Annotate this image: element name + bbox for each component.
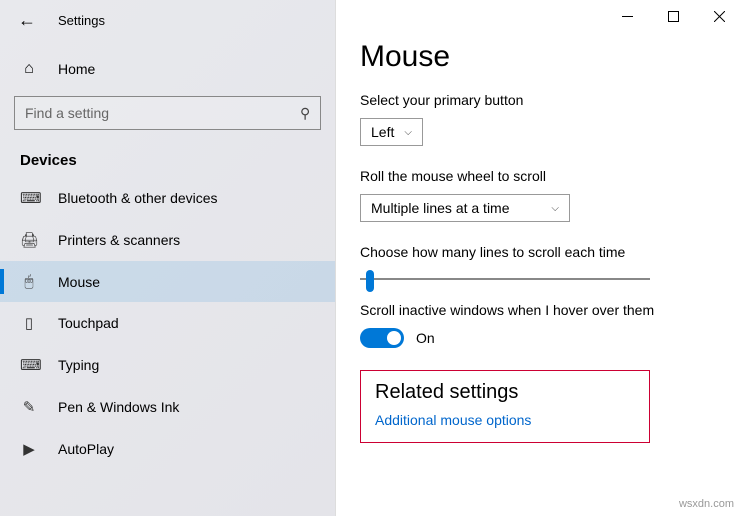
sidebar-item-typing[interactable]: ⌨ Typing — [0, 344, 335, 386]
nav-group-header: Devices — [0, 130, 335, 177]
lines-slider[interactable] — [360, 278, 650, 280]
autoplay-icon: ▶ — [20, 440, 38, 458]
primary-button-value: Left — [371, 124, 394, 140]
sidebar-item-pen[interactable]: ✎ Pen & Windows Ink — [0, 386, 335, 428]
content-pane: Mouse Select your primary button Left ⌵ … — [335, 0, 742, 516]
home-icon: ⌂ — [20, 60, 38, 78]
close-button[interactable] — [696, 0, 742, 32]
window-controls — [336, 0, 742, 40]
hover-scroll-label: Scroll inactive windows when I hover ove… — [360, 302, 718, 318]
sidebar-item-printers[interactable]: 🖨 Printers & scanners — [0, 219, 335, 261]
nav-home-label: Home — [58, 61, 95, 77]
additional-mouse-options-link[interactable]: Additional mouse options — [375, 412, 635, 428]
wheel-scroll-value: Multiple lines at a time — [371, 200, 510, 216]
printer-icon: 🖨 — [20, 231, 38, 249]
mouse-icon: 🖱 — [20, 273, 38, 290]
related-settings-box: Related settings Additional mouse option… — [360, 370, 650, 443]
sidebar-item-autoplay[interactable]: ▶ AutoPlay — [0, 428, 335, 470]
keyboard-icon: ⌨ — [20, 356, 38, 374]
lines-per-scroll-label: Choose how many lines to scroll each tim… — [360, 244, 718, 260]
watermark: wsxdn.com — [679, 498, 734, 510]
related-settings-title: Related settings — [375, 381, 635, 404]
primary-button-label: Select your primary button — [360, 92, 718, 108]
bluetooth-icon: ⌨ — [20, 189, 38, 207]
chevron-down-icon: ⌵ — [551, 203, 559, 214]
search-input[interactable] — [25, 105, 300, 121]
pen-icon: ✎ — [20, 398, 38, 416]
app-title: Settings — [58, 13, 105, 28]
back-button[interactable]: ← — [18, 10, 36, 31]
touchpad-icon: ▯ — [20, 314, 38, 332]
page-title: Mouse — [360, 40, 718, 74]
hover-scroll-state: On — [416, 330, 435, 346]
hover-scroll-toggle[interactable] — [360, 328, 404, 348]
search-icon: ⚲ — [300, 105, 310, 122]
nav-home[interactable]: ⌂ Home — [0, 50, 335, 88]
maximize-button[interactable] — [650, 0, 696, 32]
wheel-scroll-dropdown[interactable]: Multiple lines at a time ⌵ — [360, 194, 570, 222]
chevron-down-icon: ⌵ — [404, 127, 412, 138]
titlebar-left: ← Settings — [0, 0, 335, 40]
sidebar: ← Settings ⌂ Home ⚲ Devices ⌨ Bluetooth … — [0, 0, 335, 516]
sidebar-item-bluetooth[interactable]: ⌨ Bluetooth & other devices — [0, 177, 335, 219]
primary-button-dropdown[interactable]: Left ⌵ — [360, 118, 423, 146]
wheel-scroll-label: Roll the mouse wheel to scroll — [360, 168, 718, 184]
sidebar-item-touchpad[interactable]: ▯ Touchpad — [0, 302, 335, 344]
minimize-button[interactable] — [604, 0, 650, 32]
sidebar-item-mouse[interactable]: 🖱 Mouse — [0, 261, 335, 302]
search-input-wrapper[interactable]: ⚲ — [14, 96, 321, 130]
slider-thumb[interactable] — [366, 270, 374, 292]
